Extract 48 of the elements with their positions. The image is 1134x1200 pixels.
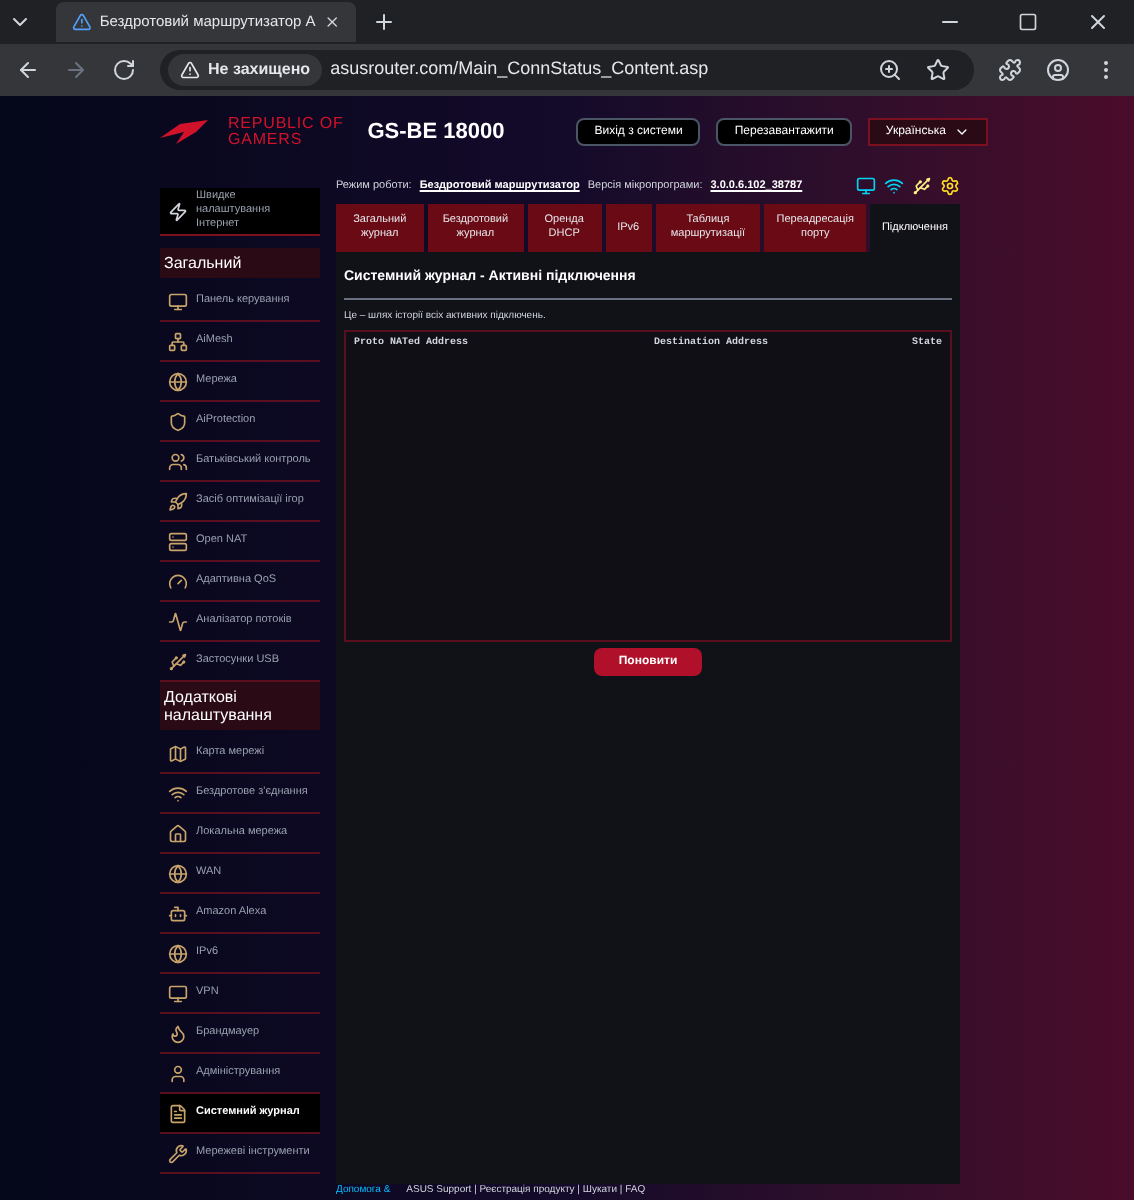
menu-item-icon bbox=[168, 743, 188, 763]
menu-item-icon bbox=[168, 411, 188, 431]
menu-item-icon bbox=[168, 571, 188, 591]
zoom-icon[interactable] bbox=[878, 58, 902, 82]
menu-item-icon bbox=[168, 943, 188, 963]
status-icon[interactable] bbox=[856, 176, 876, 196]
warning-icon bbox=[180, 60, 200, 80]
menu-item-icon bbox=[168, 531, 188, 551]
close-icon[interactable] bbox=[323, 12, 340, 32]
menu-item-icon bbox=[168, 611, 188, 631]
menu-item-icon bbox=[168, 491, 188, 511]
caret-icon bbox=[953, 124, 970, 140]
new-tab-icon[interactable] bbox=[372, 10, 396, 34]
usb-icon[interactable] bbox=[912, 176, 932, 196]
menu-item-icon bbox=[168, 291, 188, 311]
menu-item-icon bbox=[168, 863, 188, 883]
settings-icon[interactable] bbox=[940, 176, 960, 196]
menu-item-icon bbox=[168, 371, 188, 391]
menu-item-icon bbox=[168, 451, 188, 471]
forward-icon[interactable] bbox=[64, 58, 88, 82]
menu-item-icon bbox=[168, 983, 188, 1003]
menu-item-icon bbox=[168, 783, 188, 803]
menu-item-icon bbox=[168, 1103, 188, 1123]
menu-item-icon bbox=[168, 1023, 188, 1043]
reload-icon[interactable] bbox=[112, 58, 136, 82]
status-icon[interactable] bbox=[884, 176, 904, 196]
address-bar[interactable]: Не захищено asusrouter.com/Main_ConnStatus_Content.asp bbox=[160, 50, 974, 90]
rog-eye-logo-icon bbox=[160, 118, 212, 146]
logo-text: REPUBLIC OF bbox=[228, 116, 344, 132]
bookmark-star-icon[interactable] bbox=[926, 58, 950, 82]
url-text: asusrouter.com/Main_ConnStatus_Content.asp bbox=[330, 56, 711, 83]
sidebar-section-title: Загальний bbox=[160, 248, 320, 278]
menu-item-icon bbox=[168, 651, 188, 671]
menu-item-icon bbox=[168, 331, 188, 351]
menu-item-icon bbox=[168, 823, 188, 843]
menu-item-icon bbox=[168, 1143, 188, 1163]
close-icon[interactable] bbox=[1086, 10, 1110, 34]
maximize-icon[interactable] bbox=[1018, 12, 1038, 32]
menu-item-icon bbox=[168, 1063, 188, 1083]
menu-item-icon bbox=[168, 903, 188, 923]
model-name: GS-BE 18000 bbox=[367, 117, 505, 148]
extensions-icon[interactable] bbox=[998, 58, 1022, 82]
triangle-icon bbox=[72, 10, 92, 34]
back-icon[interactable] bbox=[16, 58, 40, 82]
security-chip[interactable]: Не захищено bbox=[168, 54, 323, 86]
logo-text: GAMERS bbox=[228, 132, 305, 148]
profile-icon[interactable] bbox=[1046, 58, 1070, 82]
sidebar-section-title: Додаткові налаштування bbox=[160, 682, 320, 730]
